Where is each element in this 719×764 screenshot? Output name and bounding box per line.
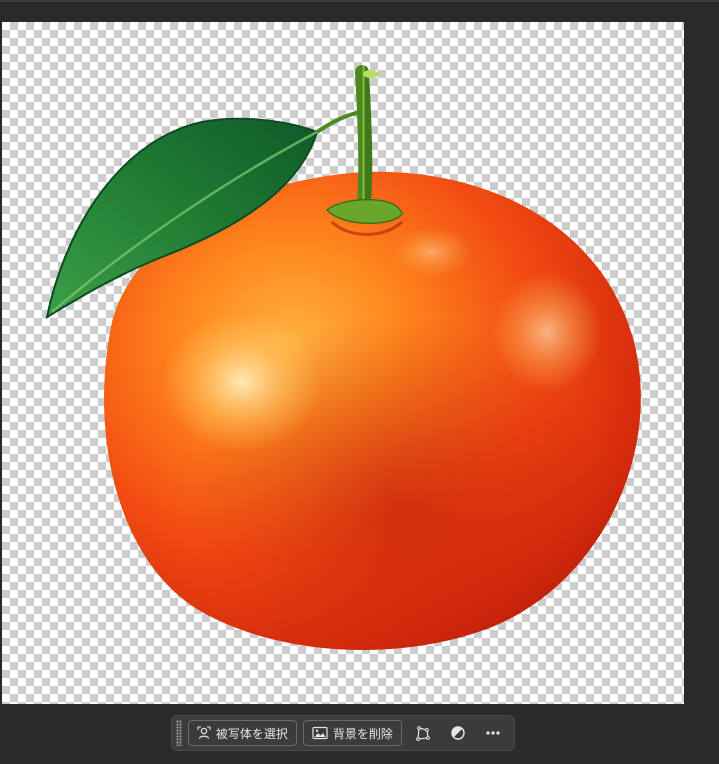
- remove-background-label: 背景を削除: [332, 726, 393, 741]
- select-subject-label: 被写体を選択: [215, 726, 288, 741]
- person-select-icon: [197, 726, 211, 740]
- top-strip: [0, 0, 719, 2]
- image-icon: [312, 726, 328, 740]
- document-canvas[interactable]: [2, 22, 684, 704]
- tangerine-image: [45, 65, 641, 650]
- contextual-taskbar: 被写体を選択 背景を削除: [171, 715, 515, 751]
- scroll-gutter: [684, 22, 719, 704]
- adjust-icon: [450, 725, 466, 741]
- transform-icon: [415, 725, 431, 741]
- more-options-button[interactable]: [479, 720, 508, 746]
- adjust-button[interactable]: [443, 720, 472, 746]
- select-subject-button[interactable]: 被写体を選択: [187, 720, 297, 746]
- transform-button[interactable]: [408, 720, 437, 746]
- drag-handle[interactable]: [176, 720, 182, 746]
- more-icon: [485, 730, 501, 736]
- remove-background-button[interactable]: 背景を削除: [302, 720, 402, 746]
